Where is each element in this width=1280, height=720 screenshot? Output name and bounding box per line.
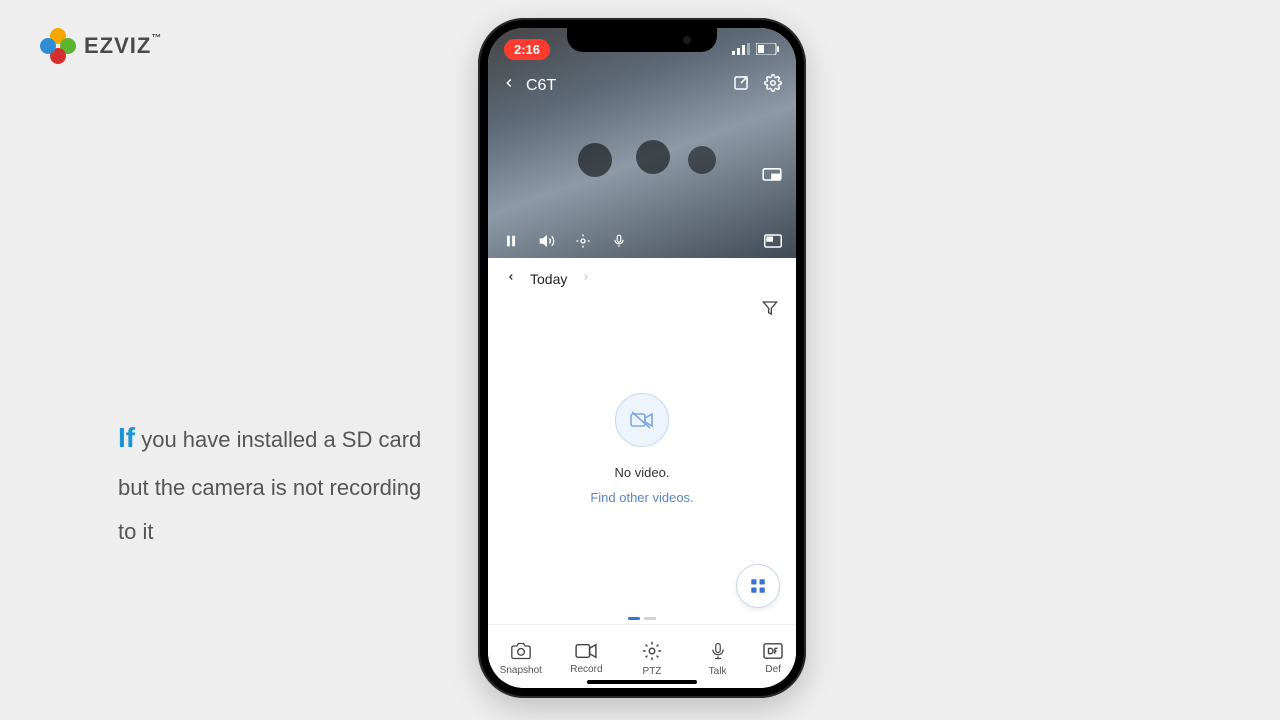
- brand-logo: EZVIZ™: [40, 28, 162, 64]
- battery-icon: [756, 43, 780, 55]
- cellular-signal-icon: [732, 43, 750, 55]
- caption-lead: If: [118, 422, 135, 453]
- no-video-icon: [615, 393, 669, 447]
- fullscreen-icon[interactable]: [764, 232, 782, 250]
- recording-time-pill[interactable]: 2:16: [504, 39, 550, 60]
- pause-icon[interactable]: [502, 232, 520, 250]
- instruction-caption: If you have installed a SD card but the …: [118, 410, 438, 554]
- phone-screen: 2:16: [488, 28, 796, 688]
- tab-definition[interactable]: Def: [753, 642, 793, 675]
- tab-label: Def: [765, 664, 781, 675]
- video-topbar: C6T: [488, 74, 796, 97]
- tab-label: Talk: [709, 666, 727, 677]
- page-indicator: [628, 617, 656, 620]
- tab-talk[interactable]: Talk: [688, 640, 748, 677]
- tab-record[interactable]: Record: [556, 642, 616, 675]
- phone-frame: 2:16: [478, 18, 806, 698]
- tab-snapshot[interactable]: Snapshot: [491, 641, 551, 676]
- filter-icon[interactable]: [762, 300, 778, 321]
- tab-label: Record: [570, 664, 602, 675]
- home-indicator[interactable]: [587, 680, 697, 684]
- settings-gear-icon[interactable]: [764, 74, 782, 97]
- pip-icon[interactable]: [762, 168, 782, 189]
- date-label[interactable]: Today: [530, 271, 567, 287]
- back-icon[interactable]: [502, 76, 516, 95]
- date-prev-button[interactable]: [506, 270, 516, 288]
- date-navigator: Today: [488, 258, 796, 300]
- sound-icon[interactable]: [538, 232, 556, 250]
- device-title: C6T: [526, 77, 556, 95]
- grid-view-fab[interactable]: [736, 564, 780, 608]
- date-next-button[interactable]: [581, 270, 591, 288]
- find-other-videos-link[interactable]: Find other videos.: [590, 490, 693, 505]
- caption-body: you have installed a SD card but the cam…: [118, 427, 421, 544]
- logo-text: EZVIZ™: [84, 33, 162, 59]
- playback-panel: Today No video. Find other videos.: [488, 258, 796, 688]
- tab-ptz[interactable]: PTZ: [622, 640, 682, 677]
- tab-label: Snapshot: [500, 665, 542, 676]
- video-controls: [488, 232, 796, 250]
- mic-icon[interactable]: [610, 232, 628, 250]
- bottom-tabbar: Snapshot Record PTZ Talk: [488, 624, 796, 688]
- ptz-control-icon[interactable]: [574, 232, 592, 250]
- logo-mark-icon: [40, 28, 76, 64]
- tab-label: PTZ: [643, 666, 662, 677]
- empty-title: No video.: [615, 465, 670, 480]
- phone-notch: [567, 28, 717, 52]
- share-icon[interactable]: [732, 74, 750, 97]
